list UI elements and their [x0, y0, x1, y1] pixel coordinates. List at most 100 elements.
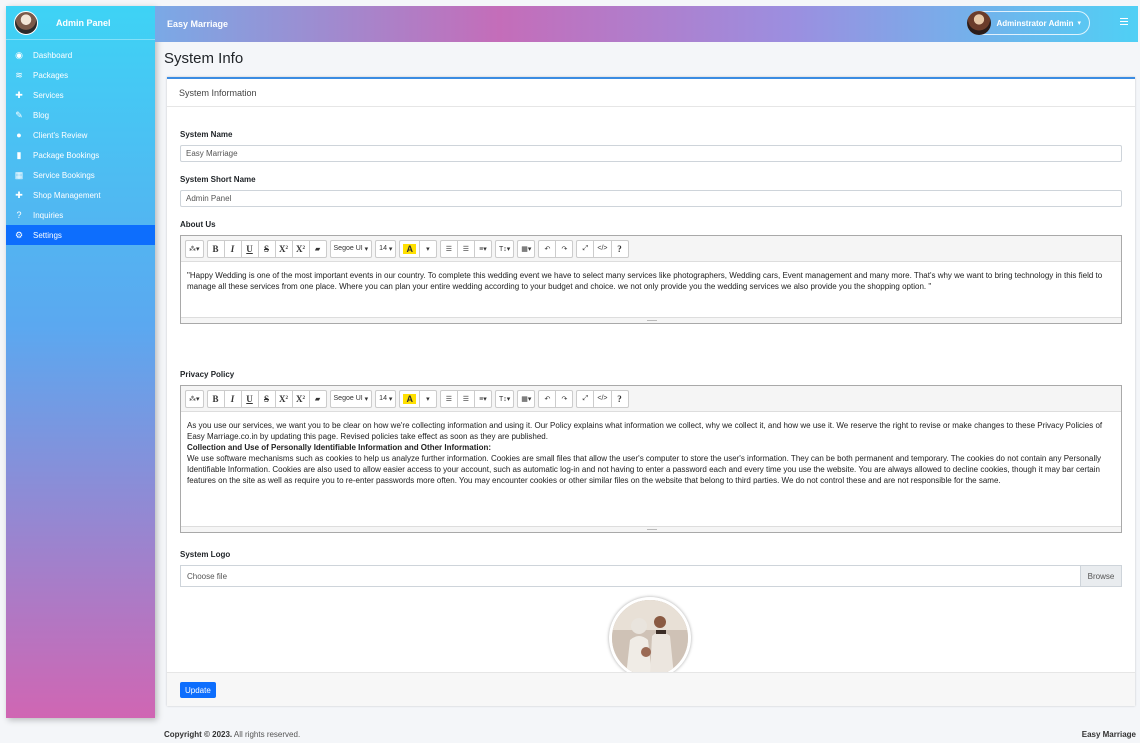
help-button[interactable]: ?: [610, 239, 629, 258]
card-footer: Update: [167, 672, 1135, 706]
align-icon[interactable]: ≡▾: [473, 389, 492, 408]
privacy-policy-content[interactable]: As you use our services, we want you to …: [181, 412, 1121, 494]
font-family-select[interactable]: Segoe UI ▾: [329, 239, 373, 258]
sidebar-item-clients-review[interactable]: ● Client's Review: [6, 125, 155, 145]
sidebar-item-settings[interactable]: ⚙ Settings: [6, 225, 155, 245]
dashboard-icon: ◉: [15, 49, 23, 60]
sidebar-item-packages[interactable]: ≋ Packages: [6, 65, 155, 85]
highlight-color-button[interactable]: A: [399, 389, 420, 408]
copyright-rest: All rights reserved.: [233, 730, 301, 739]
sidebar-item-label: Settings: [33, 230, 62, 240]
underline-button[interactable]: U: [240, 239, 259, 258]
system-info-card: System Information System Name Easy Marr…: [167, 77, 1135, 706]
unordered-list-icon[interactable]: ☰: [456, 239, 475, 258]
sidebar-nav: ◉ Dashboard ≋ Packages ✚ Services ✎ Blog ● Cl…: [6, 45, 155, 245]
chevron-down-icon: ▾: [1077, 20, 1081, 27]
card-title: System Information: [167, 79, 1135, 107]
superscript-button[interactable]: X2: [274, 239, 293, 258]
subscript-button[interactable]: X2: [291, 239, 310, 258]
help-button[interactable]: ?: [610, 389, 629, 408]
subscript-button[interactable]: X2: [291, 389, 310, 408]
user-name: Adminstrator Admin: [996, 18, 1074, 28]
privacy-paragraph-2: We use software mechanisms such as cooki…: [187, 454, 1102, 485]
underline-button[interactable]: U: [240, 389, 259, 408]
sidebar-item-services[interactable]: ✚ Services: [6, 85, 155, 105]
question-icon: ?: [16, 210, 22, 220]
editor-toolbar: ⁂▾ B I U S X2 X2 ▰ Segoe UI ▾ 14 ▾ A ▾ ☰…: [181, 236, 1121, 262]
copyright-year: Copyright © 2023.: [164, 730, 233, 739]
about-us-content[interactable]: "Happy Wedding is one of the most import…: [181, 262, 1121, 300]
eraser-icon[interactable]: ▰: [308, 239, 327, 258]
fullscreen-icon[interactable]: ⤢: [576, 239, 595, 258]
menu-toggle-icon[interactable]: [1120, 18, 1128, 26]
system-logo-preview: [609, 597, 691, 679]
logo-image: [612, 600, 688, 676]
superscript-button[interactable]: X2: [274, 389, 293, 408]
magic-wand-icon[interactable]: ⁂▾: [185, 389, 204, 408]
comments-icon: ●: [16, 130, 22, 140]
cogs-icon: ⚙: [14, 229, 24, 240]
update-button[interactable]: Update: [180, 682, 216, 698]
sidebar-item-label: Packages: [33, 70, 69, 80]
align-icon[interactable]: ≡▾: [473, 239, 492, 258]
privacy-paragraph-1: As you use our services, we want you to …: [187, 421, 1103, 441]
strikethrough-button[interactable]: S: [257, 239, 276, 258]
table-icon[interactable]: ▦▾: [517, 239, 536, 258]
sidebar-item-blog[interactable]: ✎ Blog: [6, 105, 155, 125]
copyright-text: Copyright © 2023. All rights reserved.: [164, 730, 300, 739]
eraser-icon[interactable]: ▰: [308, 389, 327, 408]
sidebar-item-service-bookings[interactable]: ▦ Service Bookings: [6, 165, 155, 185]
italic-button[interactable]: I: [223, 389, 242, 408]
logo-file-input[interactable]: Choose file Browse: [180, 565, 1122, 587]
sidebar-item-label: Service Bookings: [33, 170, 95, 180]
layers-icon: ≋: [15, 69, 23, 80]
code-view-icon[interactable]: </>: [593, 389, 612, 408]
sidebar-item-dashboard[interactable]: ◉ Dashboard: [6, 45, 155, 65]
italic-button[interactable]: I: [223, 239, 242, 258]
privacy-policy-label: Privacy Policy: [180, 370, 235, 379]
sidebar-item-inquiries[interactable]: ? Inquiries: [6, 205, 155, 225]
sidebar-item-package-bookings[interactable]: ▮ Package Bookings: [6, 145, 155, 165]
editor-resize-handle[interactable]: [181, 317, 1121, 323]
sidebar-item-label: Dashboard: [33, 50, 73, 60]
browse-button[interactable]: Browse: [1080, 566, 1121, 586]
undo-icon[interactable]: ↶: [538, 239, 557, 258]
privacy-heading: Collection and Use of Personally Identif…: [187, 443, 492, 452]
system-name-field[interactable]: Easy Marriage: [180, 145, 1122, 162]
unordered-list-icon[interactable]: ☰: [456, 389, 475, 408]
calendar-icon: ▦: [14, 169, 24, 180]
font-family-select[interactable]: Segoe UI ▾: [329, 389, 373, 408]
font-size-select[interactable]: 14 ▾: [375, 389, 397, 408]
editor-resize-handle[interactable]: [181, 526, 1121, 532]
bold-button[interactable]: B: [206, 239, 225, 258]
line-height-icon[interactable]: T↕▾: [494, 239, 515, 258]
system-name-label: System Name: [180, 130, 233, 139]
top-navbar: Easy Marriage Adminstrator Admin ▾: [155, 6, 1138, 42]
footer-brand: Easy Marriage: [1081, 730, 1136, 739]
system-short-name-field[interactable]: Admin Panel: [180, 190, 1122, 207]
sidebar-brand[interactable]: Admin Panel: [6, 6, 155, 40]
sidebar-item-label: Services: [33, 90, 64, 100]
highlight-color-button[interactable]: A: [399, 239, 420, 258]
system-short-name-label: System Short Name: [180, 175, 256, 184]
fullscreen-icon[interactable]: ⤢: [576, 389, 595, 408]
line-height-icon[interactable]: T↕▾: [494, 389, 515, 408]
table-icon[interactable]: ▦▾: [517, 389, 536, 408]
code-view-icon[interactable]: </>: [593, 239, 612, 258]
ordered-list-icon[interactable]: ☰: [439, 239, 458, 258]
color-dropdown-icon[interactable]: ▾: [418, 389, 437, 408]
color-dropdown-icon[interactable]: ▾: [418, 239, 437, 258]
font-size-select[interactable]: 14 ▾: [375, 239, 397, 258]
ordered-list-icon[interactable]: ☰: [439, 389, 458, 408]
redo-icon[interactable]: ↷: [555, 389, 574, 408]
strikethrough-button[interactable]: S: [257, 389, 276, 408]
magic-wand-icon[interactable]: ⁂▾: [185, 239, 204, 258]
sidebar: Admin Panel ◉ Dashboard ≋ Packages ✚ Servic…: [6, 6, 155, 718]
redo-icon[interactable]: ↷: [555, 239, 574, 258]
sidebar-item-shop-management[interactable]: ✚ Shop Management: [6, 185, 155, 205]
editor-toolbar: ⁂▾ B I U S X2 X2 ▰ Segoe UI ▾ 14 ▾ A ▾ ☰…: [181, 386, 1121, 412]
app-title: Easy Marriage: [167, 19, 229, 29]
user-menu-button[interactable]: Adminstrator Admin ▾: [967, 11, 1090, 35]
bold-button[interactable]: B: [206, 389, 225, 408]
undo-icon[interactable]: ↶: [538, 389, 557, 408]
